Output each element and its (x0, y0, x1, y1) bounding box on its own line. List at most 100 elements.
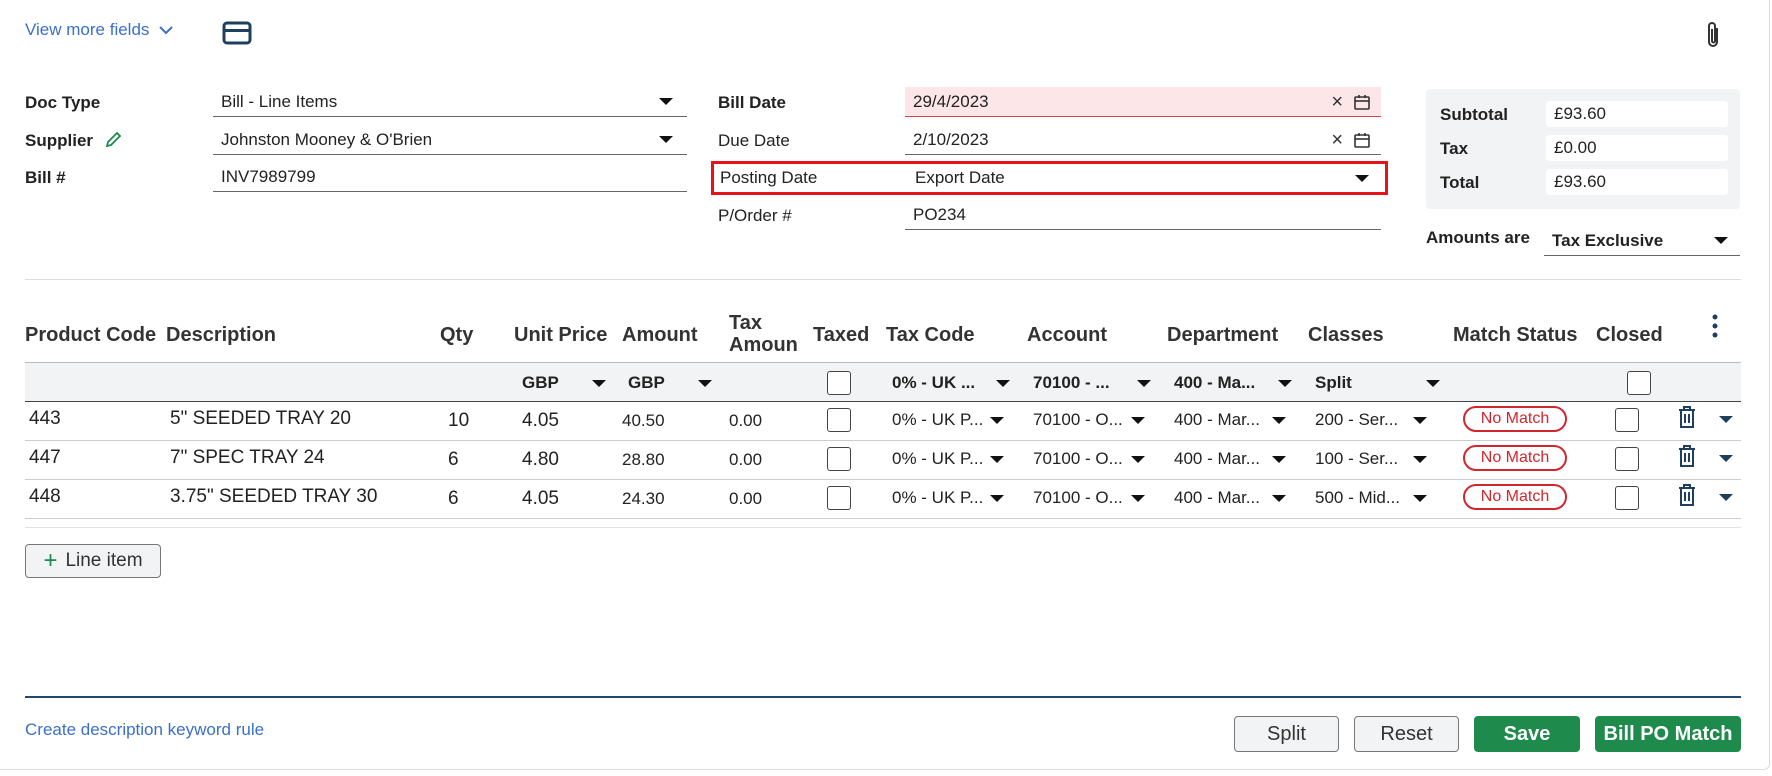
row-department-value: 400 - Mar... (1174, 410, 1260, 429)
col-header-amount[interactable]: Amount (622, 324, 698, 346)
amounts-are-label: Amounts are (1426, 228, 1530, 247)
col-header-tax-code[interactable]: Tax Code (886, 324, 975, 346)
row-department-select[interactable]: 400 - Mar... (1174, 410, 1286, 430)
closed-all-checkbox[interactable] (1627, 371, 1651, 395)
row-amount[interactable]: 40.50 (622, 411, 665, 431)
col-header-description[interactable]: Description (166, 324, 276, 346)
row-amount[interactable]: 24.30 (622, 489, 665, 509)
row-tax-amount[interactable]: 0.00 (729, 450, 762, 470)
row-closed-checkbox[interactable] (1615, 486, 1639, 510)
col-header-account[interactable]: Account (1027, 324, 1107, 346)
col-header-taxed[interactable]: Taxed (813, 324, 869, 346)
row-tax-code-select[interactable]: 0% - UK P... (892, 449, 1004, 469)
bill-number-input[interactable]: INV7989799 (213, 162, 687, 192)
row-unit-price[interactable]: 4.05 (522, 410, 559, 432)
col-header-unit-price[interactable]: Unit Price (514, 324, 607, 346)
row-expand-caret-icon[interactable] (1719, 416, 1733, 423)
col-header-tax-amount[interactable]: Tax Amoun (729, 312, 798, 356)
row-description[interactable]: 7" SPEC TRAY 24 (170, 447, 325, 469)
bill-po-match-button[interactable]: Bill PO Match (1595, 716, 1741, 752)
plus-icon: + (43, 547, 58, 574)
row-qty[interactable]: 6 (448, 488, 459, 510)
caret-down-icon (1355, 174, 1369, 182)
row-tax-amount[interactable]: 0.00 (729, 411, 762, 431)
bill-number-label: Bill # (25, 168, 66, 187)
row-amount[interactable]: 28.80 (622, 450, 665, 470)
col-header-qty[interactable]: Qty (440, 324, 473, 346)
row-department-select[interactable]: 400 - Mar... (1174, 488, 1286, 508)
col-header-classes[interactable]: Classes (1308, 324, 1384, 346)
caret-down-icon (990, 416, 1004, 424)
trash-icon[interactable] (1677, 405, 1697, 434)
col-header-closed[interactable]: Closed (1596, 324, 1663, 346)
row-unit-price[interactable]: 4.05 (522, 488, 559, 510)
more-options-icon[interactable] (1712, 314, 1718, 343)
split-button[interactable]: Split (1234, 716, 1339, 752)
row-tax-code-select[interactable]: 0% - UK P... (892, 410, 1004, 430)
caret-down-icon (1426, 379, 1440, 387)
row-classes-select[interactable]: 100 - Ser... (1315, 449, 1427, 469)
row-account-select[interactable]: 70100 - O... (1033, 488, 1145, 508)
row-expand-caret-icon[interactable] (1719, 494, 1733, 501)
taxed-all-checkbox[interactable] (827, 371, 851, 395)
trash-icon[interactable] (1677, 444, 1697, 473)
row-taxed-checkbox[interactable] (827, 447, 851, 471)
amounts-are-select[interactable]: Tax Exclusive (1544, 226, 1740, 256)
row-classes-select[interactable]: 500 - Mid... (1315, 488, 1427, 508)
classes-filter-select[interactable]: Split (1315, 363, 1455, 403)
doc-type-select[interactable]: Bill - Line Items (213, 87, 687, 117)
col-header-product-code[interactable]: Product Code (25, 324, 156, 346)
supplier-label: Supplier (25, 131, 94, 150)
row-product-code[interactable]: 448 (29, 486, 61, 508)
unit-price-currency-select[interactable]: GBP (522, 363, 627, 403)
clear-icon[interactable]: × (1331, 92, 1343, 112)
row-tax-code-select[interactable]: 0% - UK P... (892, 488, 1004, 508)
bill-date-label: Bill Date (718, 93, 787, 112)
row-account-select[interactable]: 70100 - O... (1033, 449, 1145, 469)
row-account-select[interactable]: 70100 - O... (1033, 410, 1145, 430)
row-qty[interactable]: 10 (448, 410, 469, 432)
calendar-icon[interactable] (1353, 93, 1371, 111)
row-tax-amount[interactable]: 0.00 (729, 489, 762, 509)
trash-icon[interactable] (1677, 483, 1697, 512)
calendar-icon[interactable] (1353, 131, 1371, 149)
account-filter-select[interactable]: 70100 - ... (1033, 363, 1173, 403)
po-number-input[interactable]: PO234 (905, 200, 1381, 230)
save-button[interactable]: Save (1474, 716, 1580, 752)
row-closed-checkbox[interactable] (1615, 447, 1639, 471)
create-keyword-rule-link[interactable]: Create description keyword rule (25, 720, 264, 740)
caret-down-icon (1272, 494, 1286, 502)
row-divider (25, 518, 1741, 519)
row-product-code[interactable]: 447 (29, 447, 61, 469)
row-description[interactable]: 5" SEEDED TRAY 20 (170, 408, 351, 430)
row-description[interactable]: 3.75" SEEDED TRAY 30 (170, 486, 377, 508)
row-tax-code-value: 0% - UK P... (892, 449, 984, 468)
department-filter-select[interactable]: 400 - Ma... (1174, 363, 1314, 403)
row-department-select[interactable]: 400 - Mar... (1174, 449, 1286, 469)
col-header-department[interactable]: Department (1167, 324, 1278, 346)
row-product-code[interactable]: 443 (29, 408, 61, 430)
row-qty[interactable]: 6 (448, 449, 459, 471)
row-closed-checkbox[interactable] (1615, 408, 1639, 432)
view-more-fields-link[interactable]: View more fields (25, 20, 174, 40)
caret-down-icon (1278, 379, 1292, 387)
supplier-select[interactable]: Johnston Mooney & O'Brien (213, 125, 687, 155)
posting-date-row[interactable]: Posting Date Export Date (711, 161, 1388, 195)
pencil-icon[interactable] (104, 131, 122, 154)
row-taxed-checkbox[interactable] (827, 408, 851, 432)
reset-button[interactable]: Reset (1354, 716, 1459, 752)
row-unit-price[interactable]: 4.80 (522, 449, 559, 471)
paperclip-icon[interactable] (1702, 20, 1724, 55)
amount-currency-select[interactable]: GBP (628, 363, 733, 403)
clear-icon[interactable]: × (1331, 130, 1343, 150)
row-classes-select[interactable]: 200 - Ser... (1315, 410, 1427, 430)
row-expand-caret-icon[interactable] (1719, 455, 1733, 462)
supplier-value: Johnston Mooney & O'Brien (221, 129, 433, 149)
due-date-input[interactable]: 2/10/2023 × (905, 125, 1381, 155)
col-header-match-status[interactable]: Match Status (1453, 324, 1577, 346)
row-taxed-checkbox[interactable] (827, 486, 851, 510)
add-line-item-button[interactable]: + Line item (25, 544, 161, 578)
credit-card-icon[interactable] (222, 21, 252, 50)
tax-code-filter-select[interactable]: 0% - UK ... (892, 363, 1032, 403)
bill-date-input[interactable]: 29/4/2023 × (905, 87, 1381, 117)
